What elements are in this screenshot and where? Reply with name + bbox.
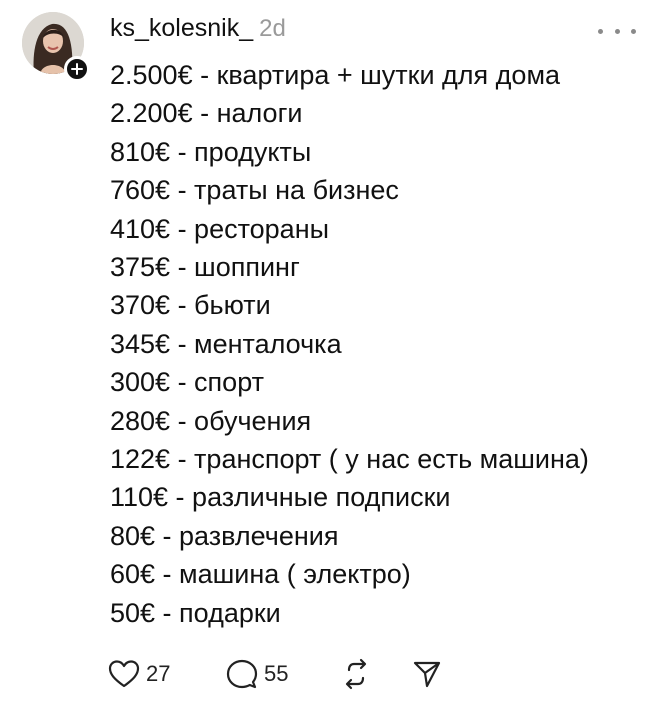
post-actions: 27 55 [108, 656, 468, 692]
more-horizontal-icon [598, 28, 603, 34]
threads-post: ks_kolesnik_ 2d 2.500€ - квартира + шутк… [0, 0, 662, 716]
author-avatar-group [22, 12, 90, 82]
username-link[interactable]: ks_kolesnik_ [110, 14, 253, 43]
post-line: 60€ - машина ( электро) [110, 559, 411, 590]
follow-button[interactable] [64, 56, 90, 82]
post-line: 2.500€ - квартира + шутки для дома [110, 60, 561, 90]
post-line: 2.200€ - налоги [110, 98, 303, 129]
post-line: 760€ - траты на бизнес [110, 175, 399, 206]
more-horizontal-icon [631, 28, 636, 34]
repost-icon [345, 658, 367, 690]
post-line: 50€ - подарки [110, 597, 281, 628]
heart-icon [108, 660, 140, 688]
plus-icon [71, 63, 83, 75]
comment-count: 55 [264, 661, 289, 686]
post-header: ks_kolesnik_ 2d [110, 14, 286, 48]
like-button[interactable]: 27 [108, 656, 170, 692]
repost-button[interactable] [340, 656, 372, 692]
post-line: 110€ - различные подписки [110, 482, 451, 513]
post-line: 80€ - развлечения [110, 520, 339, 551]
post-line: 122€ - транспорт ( у нас есть машина) [110, 444, 589, 475]
send-icon [413, 661, 441, 688]
comment-bubble-icon [226, 659, 258, 689]
post-line: 810€ - продукты [110, 136, 312, 167]
more-horizontal-icon [614, 28, 620, 34]
post-line: 280€ - обучения [110, 405, 312, 436]
post-line: 300€ - спорт [110, 367, 264, 398]
post-line: 410€ - рестораны [110, 213, 330, 244]
comment-button[interactable]: 55 [226, 656, 288, 692]
post-body: 2.500€ - квартира + шутки для дома 2.200… [110, 56, 589, 632]
more-options-button[interactable] [598, 24, 636, 38]
post-line: 375€ - шоппинг [110, 252, 300, 283]
share-button[interactable] [412, 656, 442, 692]
post-line: 370€ - бьюти [110, 290, 271, 321]
post-line: 345€ - менталочка [110, 328, 342, 359]
like-count: 27 [146, 661, 171, 686]
post-timestamp: 2d [259, 15, 286, 42]
